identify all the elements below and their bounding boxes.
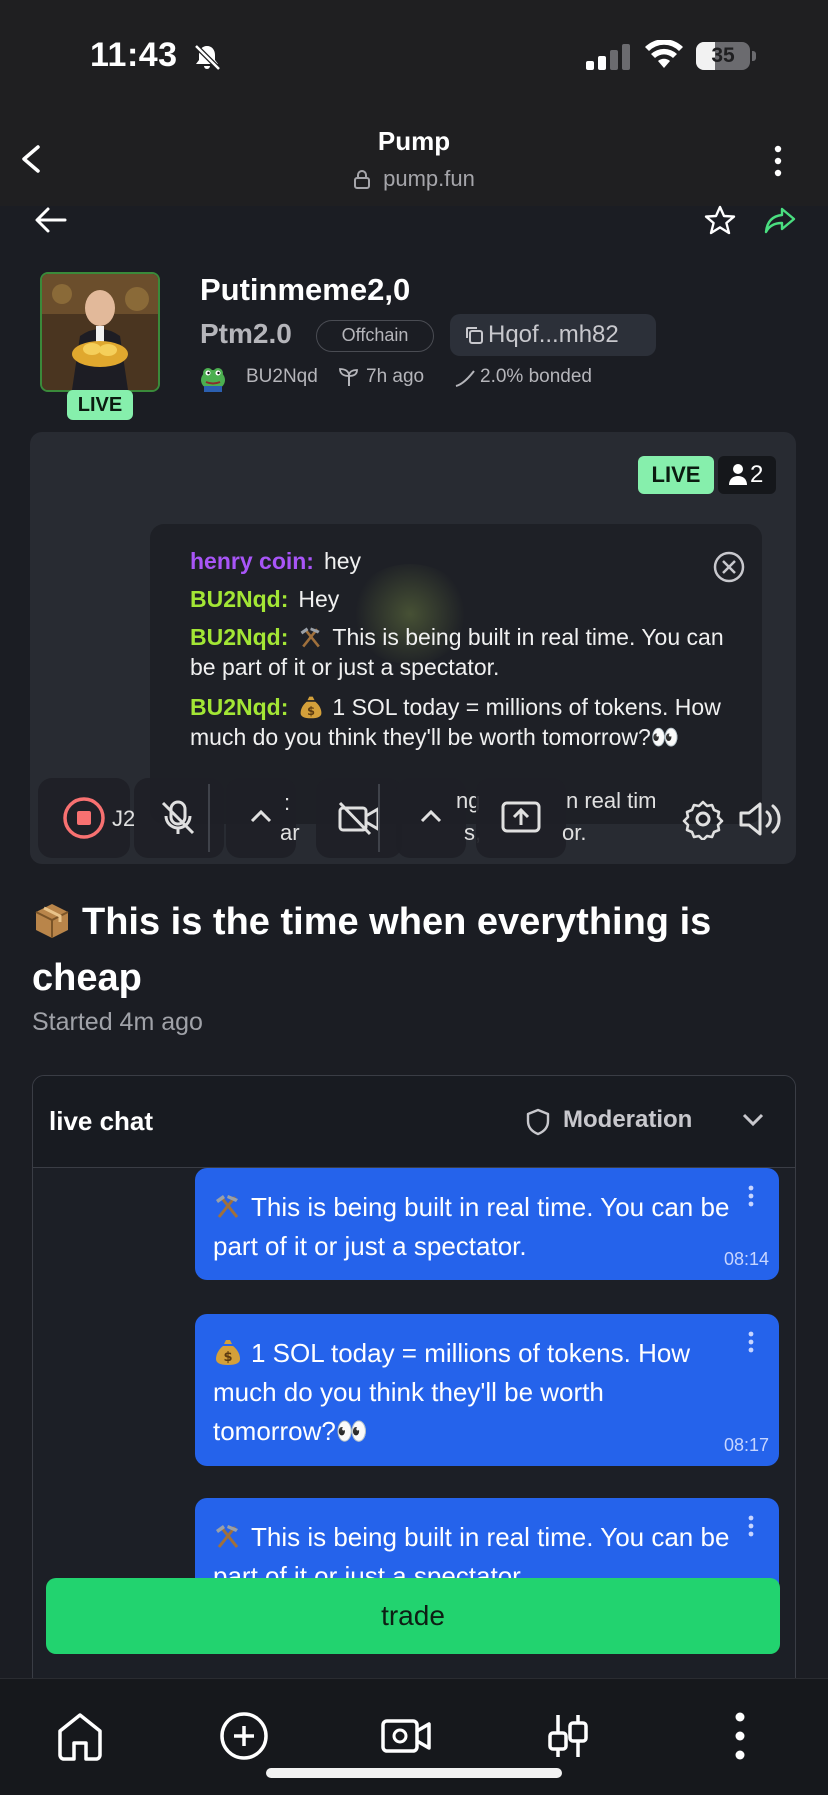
home-indicator	[266, 1768, 562, 1778]
partial-text: :	[284, 790, 291, 815]
chat-message-text: This is being built in real time. You ca…	[213, 1192, 730, 1261]
overlay-username: BU2Nqd:	[190, 694, 289, 720]
stream-controls: J2 : ar ng s, n real tim or.	[30, 778, 796, 858]
browser-more-icon[interactable]	[768, 144, 788, 178]
creator-name[interactable]: BU2Nqd	[246, 366, 318, 388]
browser-title: Pump	[377, 126, 451, 156]
hammer-pick-icon	[216, 1195, 239, 1218]
overlay-username: BU2Nqd:	[190, 624, 289, 650]
hammer-pick-icon	[300, 627, 321, 648]
lock-icon	[354, 170, 371, 189]
chat-message[interactable]: $1 SOL today = millions of tokens. How m…	[195, 1314, 779, 1466]
chevron-up-icon	[250, 809, 272, 823]
viewer-count: 2	[718, 456, 776, 494]
message-more-icon[interactable]	[747, 1514, 755, 1538]
message-more-icon[interactable]	[747, 1330, 755, 1354]
share-icon[interactable]	[764, 206, 796, 234]
chat-message[interactable]: This is being built in real time. You ca…	[195, 1168, 779, 1280]
token-avatar[interactable]	[40, 272, 160, 392]
signal-icon	[586, 44, 630, 70]
stream-title: This is the time when everything is chea…	[32, 894, 792, 1006]
mute-mic-button[interactable]	[134, 778, 224, 858]
live-stream-player[interactable]: LIVE 2 henry coin: hey BU2Nqd: Hey BU2Nqd:…	[30, 432, 796, 864]
sprout-icon	[339, 368, 358, 386]
stream-title-text: This is the time when everything is chea…	[32, 901, 712, 999]
token-age: 7h ago	[366, 366, 425, 387]
browser-bar: Pump pump.fun	[0, 110, 828, 206]
partial-text: ar	[280, 820, 300, 845]
shield-icon	[526, 1108, 550, 1136]
browser-url: pump.fun	[383, 166, 475, 191]
candlestick-icon[interactable]	[542, 1709, 594, 1763]
partial-text: n real tim	[566, 788, 657, 813]
volume-button[interactable]	[730, 778, 796, 858]
wifi-icon	[645, 40, 683, 68]
partial-text: or.	[562, 820, 587, 845]
battery-indicator: 35	[696, 42, 756, 70]
camera-toggle-button[interactable]	[316, 778, 402, 858]
speaker-icon	[739, 802, 781, 836]
token-address: Hqof...mh82	[488, 321, 619, 348]
overlay-username: henry coin:	[190, 548, 314, 574]
gear-icon	[682, 800, 724, 840]
battery-percent: 35	[711, 44, 735, 67]
share-screen-button[interactable]	[476, 778, 566, 858]
trend-icon	[455, 370, 475, 387]
home-icon[interactable]	[54, 1709, 106, 1763]
chat-message-text: 1 SOL today = millions of tokens. How mu…	[213, 1338, 691, 1446]
stop-record-icon	[63, 797, 105, 839]
person-icon	[729, 464, 747, 485]
token-ticker: Ptm2.0	[200, 318, 292, 349]
svg-text:$: $	[223, 1350, 232, 1365]
plus-circle-icon[interactable]	[218, 1709, 270, 1763]
hammer-pick-icon	[216, 1525, 239, 1548]
token-name: Putinmeme2,0	[200, 272, 411, 307]
copy-address-button[interactable]: Hqof...mh82	[450, 314, 656, 356]
message-time: 08:17	[723, 1435, 769, 1455]
chat-title: live chat	[49, 1106, 154, 1136]
overlay-text: Hey	[298, 586, 340, 612]
overlay-message: BU2Nqd: $1 SOL today = millions of tokens…	[190, 692, 730, 752]
chevron-down-icon[interactable]	[741, 1112, 765, 1128]
started-time: Started 4m ago	[32, 1008, 203, 1036]
overlay-message: BU2Nqd: This is being built in real time.…	[190, 622, 730, 682]
money-bag-icon: $	[300, 696, 322, 719]
package-icon	[35, 904, 69, 938]
stream-live-badge: LIVE	[638, 456, 714, 494]
status-bar: 11:43 35	[0, 0, 828, 110]
token-avatar-image	[42, 274, 158, 390]
mic-off-icon	[161, 800, 195, 835]
bonded-percent: 2.0% bonded	[480, 366, 592, 387]
creator-avatar-frog-icon[interactable]	[198, 362, 228, 392]
partial-text: J2	[112, 806, 136, 831]
offchain-tag: Offchain	[316, 320, 434, 352]
svg-text:$: $	[307, 705, 315, 718]
overlay-text: hey	[323, 548, 362, 574]
overlay-message: BU2Nqd: Hey	[190, 584, 730, 614]
viewer-count-value: 2	[750, 461, 764, 488]
star-icon[interactable]	[704, 204, 736, 236]
chevron-up-icon	[420, 809, 442, 823]
video-camera-icon[interactable]	[380, 1709, 432, 1763]
chat-header: live chat Moderation	[33, 1076, 795, 1168]
copy-icon	[466, 327, 483, 344]
back-arrow-icon[interactable]	[34, 206, 68, 234]
more-vertical-icon[interactable]	[714, 1709, 766, 1763]
share-screen-icon	[501, 801, 541, 833]
message-time: 08:14	[723, 1249, 769, 1269]
token-live-badge: LIVE	[67, 390, 133, 420]
message-more-icon[interactable]	[747, 1184, 755, 1208]
browser-url-row[interactable]: pump.fun	[0, 166, 828, 192]
trade-button[interactable]: trade	[46, 1578, 780, 1654]
moderation-label[interactable]: Moderation	[563, 1106, 692, 1134]
overlay-message: henry coin: hey	[190, 546, 730, 576]
camera-off-icon	[338, 801, 380, 836]
bell-off-icon	[194, 44, 221, 71]
money-bag-icon: $	[216, 1340, 240, 1365]
overlay-username: BU2Nqd:	[190, 586, 289, 612]
status-time: 11:43	[90, 36, 178, 74]
